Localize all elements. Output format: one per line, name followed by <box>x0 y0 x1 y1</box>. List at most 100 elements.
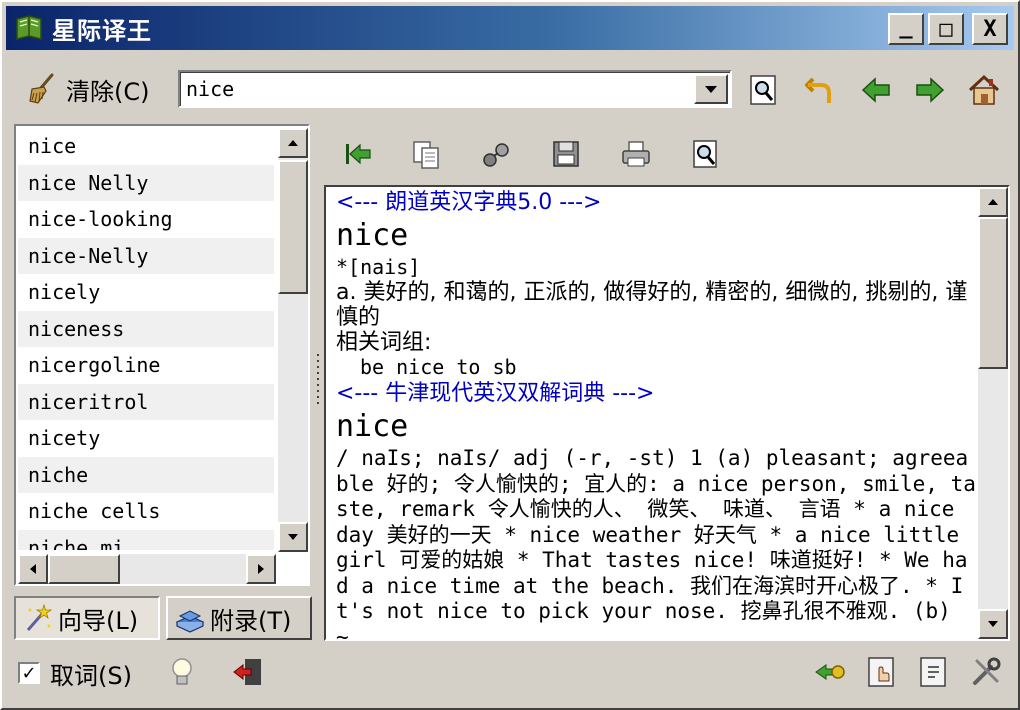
definition-panel: <--- 朗道英汉字典5.0 ---> nice *[nais] a. 美好的,… <box>324 185 1010 641</box>
list-item[interactable]: nicety <box>18 420 274 457</box>
tab-appendix-label: 附录(T) <box>210 606 292 635</box>
minimize-icon: _ <box>899 13 913 39</box>
undo-arrow-icon <box>805 77 831 103</box>
list-item[interactable]: nice <box>18 128 274 165</box>
first-result-button[interactable] <box>340 136 376 172</box>
magnifier-page-icon <box>693 140 717 168</box>
word-list[interactable]: nice nice Nelly nice-looking nice-Nelly nice… <box>18 128 274 550</box>
definition-text[interactable]: <--- 朗道英汉字典5.0 ---> nice *[nais] a. 美好的,… <box>328 189 976 639</box>
list-item[interactable]: niceritrol <box>18 383 274 420</box>
definition-vscrollbar[interactable] <box>978 187 1008 639</box>
list-item[interactable]: nicergoline <box>18 347 274 384</box>
copy-button[interactable] <box>408 136 444 172</box>
word-list-panel: nice nice Nelly nice-looking nice-Nelly nice… <box>14 124 310 586</box>
phrase: be nice to sb <box>360 355 517 379</box>
print-button[interactable] <box>618 136 654 172</box>
word-list-hscrollbar[interactable] <box>18 554 276 584</box>
phrases-label: 相关词组: <box>336 330 432 355</box>
word-list-vscrollbar[interactable] <box>278 128 308 552</box>
close-icon: X <box>983 16 997 42</box>
tab-appendix[interactable]: 附录(T) <box>166 596 312 640</box>
forward-button[interactable] <box>912 72 948 108</box>
list-item[interactable]: nice-looking <box>18 201 274 238</box>
chevron-down-icon <box>288 534 298 540</box>
scroll-thumb[interactable] <box>278 160 308 294</box>
list-item[interactable]: niche mi <box>18 529 274 550</box>
scroll-down-button[interactable] <box>278 522 308 552</box>
chevron-left-icon <box>30 564 36 574</box>
book-icon <box>16 15 42 40</box>
status-bar: ✓ 取词(S) <box>2 646 1018 708</box>
list-item[interactable]: nicely <box>18 274 274 311</box>
list-item[interactable]: nice-Nelly <box>18 237 274 274</box>
search-combobox[interactable] <box>178 70 732 108</box>
scroll-right-button[interactable] <box>246 554 276 584</box>
app-window: 星际译王 _ □ X 清除(C) nice nice nice Nelly ni… <box>0 0 1020 710</box>
arrow-left-icon <box>861 77 890 103</box>
main-toolbar: 清除(C) <box>2 58 1018 120</box>
back-button[interactable] <box>858 72 894 108</box>
hand-page-icon <box>868 657 894 687</box>
magnifier-page-icon <box>750 75 776 105</box>
minimize-button[interactable]: _ <box>888 13 924 45</box>
definition-body: / naIs; naIs/ adj (-r, -st) 1 (a) pleasa… <box>336 446 976 639</box>
list-item[interactable]: niceness <box>18 310 274 347</box>
list-item[interactable]: niche cells <box>18 493 274 530</box>
window-title: 星际译王 <box>52 16 152 45</box>
chevron-down-icon <box>705 86 717 93</box>
scan-mode-button[interactable] <box>812 654 848 690</box>
chevron-right-icon <box>258 564 264 574</box>
phonetic: *[nais] <box>336 255 421 279</box>
save-button[interactable] <box>548 136 584 172</box>
scroll-up-button[interactable] <box>978 187 1008 217</box>
search-input[interactable] <box>182 74 692 104</box>
speaker-icon <box>483 143 509 167</box>
scan-label[interactable]: 取词(S) <box>50 656 132 691</box>
clear-label: 清除(C) <box>66 77 150 106</box>
lookup-info-button[interactable] <box>916 654 952 690</box>
meaning: a. 美好的, 和蔼的, 正派的, 做得好的, 精密的, 细微的, 挑剔的, 谨… <box>336 280 968 330</box>
home-button[interactable] <box>966 72 1002 108</box>
arrow-right-icon <box>916 77 945 103</box>
scroll-thumb[interactable] <box>978 217 1008 369</box>
clear-button[interactable]: 清除(C) <box>26 70 149 108</box>
maximize-icon: □ <box>939 16 953 42</box>
title-bar[interactable]: 星际译王 _ □ X <box>6 6 1014 50</box>
broom-icon <box>29 73 54 104</box>
quit-button[interactable] <box>230 654 266 690</box>
tools-icon <box>973 657 1001 685</box>
tab-wizard-label: 向导(L) <box>58 606 139 635</box>
scan-checkbox[interactable]: ✓ <box>18 662 40 684</box>
preferences-button[interactable] <box>968 654 1004 690</box>
chevron-up-icon <box>988 199 998 205</box>
search-button[interactable] <box>746 72 782 108</box>
pane-splitter[interactable] <box>315 352 321 412</box>
dict-header: <--- 朗道英汉字典5.0 ---> <box>336 190 602 215</box>
notification-button[interactable] <box>164 654 200 690</box>
hscroll-thumb[interactable] <box>48 554 120 584</box>
scroll-left-button[interactable] <box>18 554 48 584</box>
home-icon <box>968 74 1000 105</box>
speak-button[interactable] <box>478 136 514 172</box>
search-dropdown-button[interactable] <box>694 74 728 104</box>
chevron-down-icon <box>988 621 998 627</box>
tab-wizard[interactable]: 向导(L) <box>14 596 160 640</box>
find-in-page-button[interactable] <box>688 136 724 172</box>
undo-button[interactable] <box>802 72 838 108</box>
list-item[interactable]: niche <box>18 456 274 493</box>
list-item[interactable]: nice Nelly <box>18 164 274 201</box>
copy-icon <box>413 141 439 169</box>
exit-door-icon <box>233 659 261 685</box>
headword: nice <box>336 409 409 444</box>
manage-dicts-button[interactable] <box>864 654 900 690</box>
magic-wand-icon <box>26 603 53 631</box>
close-button[interactable]: X <box>972 13 1008 45</box>
floppy-disk-icon <box>553 141 579 167</box>
book-stack-icon <box>175 610 205 633</box>
scroll-up-button[interactable] <box>278 128 308 158</box>
dict-header: <--- 牛津现代英汉双解词典 ---> <box>336 381 655 406</box>
jump-first-icon <box>346 143 371 165</box>
scroll-down-button[interactable] <box>978 609 1008 639</box>
maximize-button[interactable]: □ <box>928 13 964 45</box>
check-icon: ✓ <box>21 662 37 684</box>
